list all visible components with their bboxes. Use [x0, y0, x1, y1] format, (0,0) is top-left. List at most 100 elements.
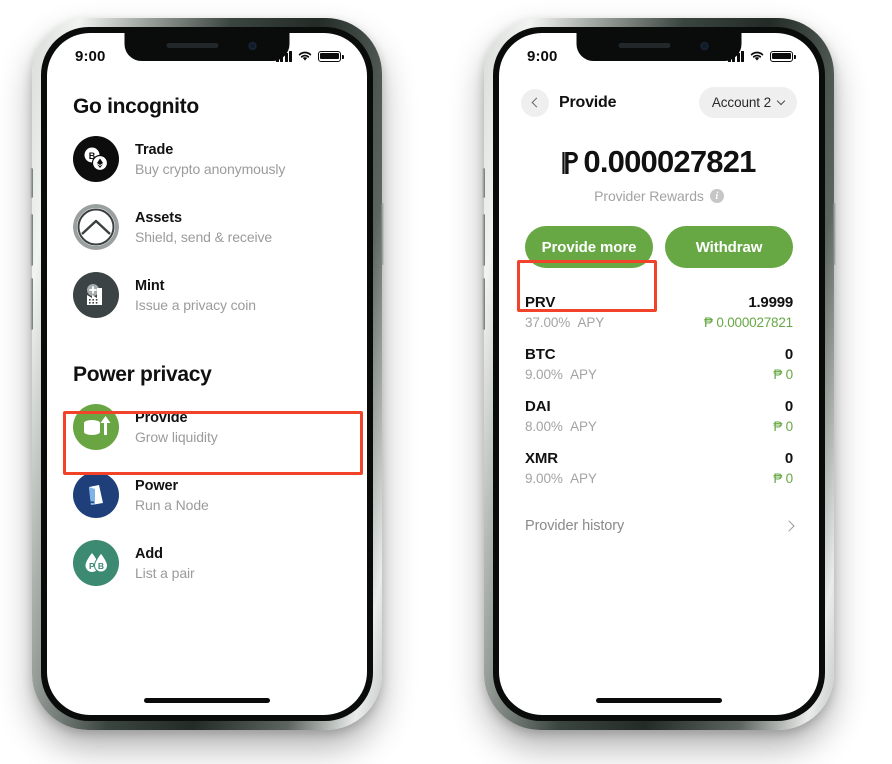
volume-down-button-right[interactable] — [482, 278, 485, 330]
wifi-icon — [298, 51, 312, 61]
menu-item-subtitle: Shield, send & receive — [135, 228, 273, 245]
chevron-right-icon — [783, 520, 795, 532]
right-content: Provide Account 2 0.000027821 Provider R… — [499, 73, 819, 715]
menu-item-subtitle: Run a Node — [135, 496, 209, 513]
asset-row-secondary: 9.00% APY ₱ 0 — [525, 363, 793, 382]
menu-item-subtitle: Grow liquidity — [135, 428, 218, 445]
info-icon[interactable]: i — [709, 189, 724, 203]
front-camera-icon — [700, 42, 709, 50]
section-heading-go-incognito: Go incognito — [73, 95, 199, 118]
provider-history-label: Provider history — [525, 518, 625, 534]
earpiece-speaker-icon — [166, 43, 219, 48]
menu-item-assets[interactable]: Assets Shield, send & receive — [47, 193, 367, 261]
chevron-down-icon — [776, 96, 786, 106]
volume-down-button-left[interactable] — [30, 278, 33, 330]
menu-item-add[interactable]: P B Add List a pair — [47, 529, 367, 597]
back-button[interactable] — [521, 88, 549, 117]
menu-item-title: Mint — [135, 277, 165, 294]
asset-symbol: PRV — [525, 294, 556, 311]
mint-factory-icon — [73, 272, 119, 318]
account-label: Account 2 — [711, 95, 771, 110]
asset-symbol: DAI — [525, 398, 551, 415]
menu-item-mint-text: Mint Issue a privacy coin — [135, 278, 256, 313]
prv-currency-symbol — [562, 144, 581, 180]
volume-up-button-right[interactable] — [482, 214, 485, 266]
front-camera-icon — [248, 42, 257, 50]
asset-apy: 9.00% APY — [525, 367, 597, 382]
svg-text:B: B — [98, 561, 104, 571]
status-time: 9:00 — [75, 47, 106, 65]
menu-item-assets-text: Assets Shield, send & receive — [135, 210, 272, 245]
asset-row-btc[interactable]: BTC 0 9.00% APY ₱ 0 — [525, 338, 793, 390]
battery-icon — [318, 50, 344, 62]
asset-amount: 0 — [784, 450, 793, 467]
chevron-left-icon — [531, 97, 542, 108]
asset-amount: 0 — [784, 398, 793, 415]
asset-row-dai[interactable]: DAI 0 8.00% APY ₱ 0 — [525, 390, 793, 442]
asset-apy: 9.00% APY — [525, 471, 597, 486]
menu-item-add-text: Add List a pair — [135, 546, 195, 581]
withdraw-button[interactable]: Withdraw — [665, 226, 793, 268]
menu-item-power-text: Power Run a Node — [135, 478, 209, 513]
provide-coins-up-icon — [73, 404, 119, 450]
asset-row-secondary: 8.00% APY ₱ 0 — [525, 415, 793, 434]
menu-item-provide[interactable]: Provide Grow liquidity — [47, 393, 367, 461]
asset-apy: 37.00% APY — [525, 315, 605, 330]
phone-device-right: 9:00 Provide Account 2 0.000027821 Provi… — [482, 18, 836, 730]
mute-switch-right[interactable] — [482, 168, 485, 198]
menu-item-title: Power — [135, 477, 179, 494]
asset-symbol: XMR — [525, 450, 559, 467]
menu-item-title: Trade — [135, 141, 174, 158]
menu-item-subtitle: List a pair — [135, 564, 195, 581]
provider-history-row[interactable]: Provider history — [499, 494, 819, 534]
menu-list-power-privacy: Provide Grow liquidity Power Run a Node … — [47, 387, 367, 597]
menu-item-title: Assets — [135, 209, 182, 226]
asset-amount: 0 — [784, 346, 793, 363]
asset-value: ₱ 0 — [773, 367, 793, 382]
mute-switch-left[interactable] — [30, 168, 33, 198]
asset-row-primary: BTC 0 — [525, 346, 793, 363]
balance-amount: 0.000027821 — [499, 144, 819, 180]
menu-item-mint[interactable]: Mint Issue a privacy coin — [47, 261, 367, 329]
account-selector[interactable]: Account 2 — [698, 87, 797, 118]
screenshot-canvas: 9:00 Go incognito B Trade Buy crypto ano… — [0, 0, 892, 764]
asset-list: PRV 1.9999 37.00% APY ₱ 0.000027821 BTC — [499, 268, 819, 494]
asset-row-xmr[interactable]: XMR 0 9.00% APY ₱ 0 — [525, 442, 793, 494]
menu-list-incognito: B Trade Buy crypto anonymously Assets Sh… — [47, 119, 367, 329]
asset-row-prv[interactable]: PRV 1.9999 37.00% APY ₱ 0.000027821 — [525, 286, 793, 338]
page-title: Provide — [559, 93, 617, 111]
rewards-label: Provider Rewards — [594, 188, 704, 204]
balance-section: 0.000027821 Provider Rewards i — [499, 118, 819, 204]
asset-row-primary: PRV 1.9999 — [525, 294, 793, 311]
notch-left — [124, 33, 290, 61]
volume-up-button-left[interactable] — [30, 214, 33, 266]
home-indicator-left[interactable] — [144, 698, 270, 703]
notch-right — [576, 33, 742, 61]
svg-text:B: B — [89, 151, 96, 161]
trade-coins-icon: B — [73, 136, 119, 182]
nav-left-group: Provide — [521, 88, 617, 117]
earpiece-speaker-icon — [618, 43, 671, 48]
asset-row-secondary: 37.00% APY ₱ 0.000027821 — [525, 311, 793, 330]
menu-item-power[interactable]: Power Run a Node — [47, 461, 367, 529]
left-content: Go incognito B Trade Buy crypto anonymou… — [47, 73, 367, 715]
home-indicator-right[interactable] — [596, 698, 722, 703]
menu-item-title: Add — [135, 545, 163, 562]
rewards-label-row: Provider Rewards i — [499, 188, 819, 204]
status-time: 9:00 — [527, 47, 558, 65]
asset-row-secondary: 9.00% APY ₱ 0 — [525, 467, 793, 486]
svg-text:P: P — [89, 561, 95, 571]
asset-row-primary: DAI 0 — [525, 398, 793, 415]
menu-item-provide-text: Provide Grow liquidity — [135, 410, 218, 445]
power-button-right[interactable] — [833, 203, 836, 265]
action-button-row: Provide more Withdraw — [499, 204, 819, 268]
menu-item-trade[interactable]: B Trade Buy crypto anonymously — [47, 125, 367, 193]
provide-more-button[interactable]: Provide more — [525, 226, 653, 268]
power-button-left[interactable] — [381, 203, 384, 265]
phone-bezel-left: 9:00 Go incognito B Trade Buy crypto ano… — [41, 27, 373, 721]
power-node-icon — [73, 472, 119, 518]
menu-item-title: Provide — [135, 409, 188, 426]
balance-value: 0.000027821 — [583, 144, 756, 179]
menu-item-trade-text: Trade Buy crypto anonymously — [135, 142, 285, 177]
wifi-icon — [750, 51, 764, 61]
